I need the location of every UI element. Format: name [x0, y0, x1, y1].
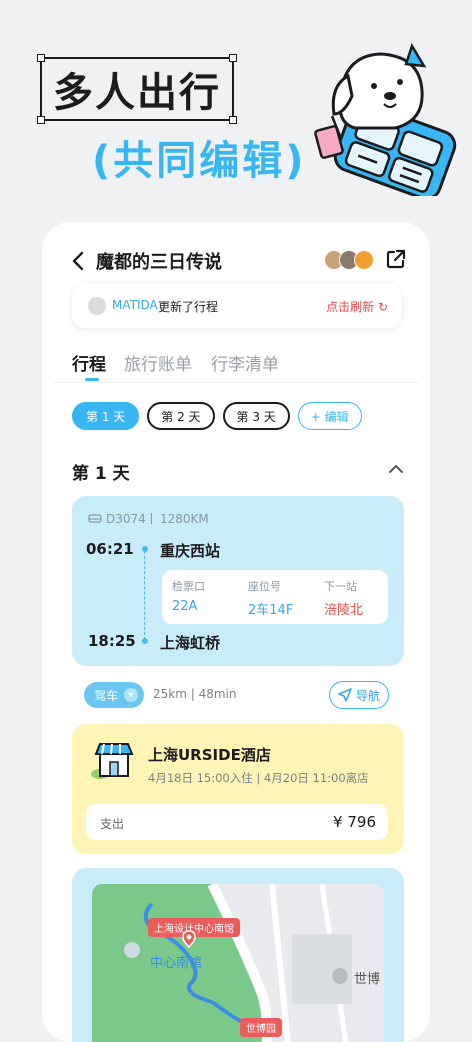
train-card[interactable]: D3074 1280KM 06:21 重庆西站 检票口 22A 座位号 2车14… [72, 496, 404, 666]
map-canvas [92, 884, 352, 1042]
day-heading: 第 1 天 [72, 464, 130, 484]
route-summary: 25km | 48min [153, 687, 237, 701]
navigate-label: 导航 [355, 688, 380, 703]
back-arrow-icon[interactable] [68, 250, 90, 272]
map-label-hall: 中心南馆 [150, 956, 203, 971]
divider [52, 382, 420, 383]
next-stop-value: 涪陵北 [324, 603, 364, 618]
arrival-station: 上海虹桥 [160, 634, 221, 652]
next-stop-info: 下一站 涪陵北 [324, 578, 363, 618]
seat-info: 座位号 2车14F [248, 578, 293, 618]
expense-label: 支出 [100, 817, 125, 831]
day-1-button[interactable]: 第 1 天 [72, 402, 140, 430]
gate-info: 检票口 22A [172, 578, 205, 614]
departure-time: 06:21 [86, 540, 134, 558]
update-notice: MATIDA 更新了行程 点击刷新 ↻ [72, 284, 402, 328]
transport-mode-label: 驾车 [94, 688, 119, 703]
seat-value: 2车14F [248, 603, 294, 618]
promo-title: 多人出行 [37, 54, 237, 124]
corner-handle [37, 116, 45, 124]
train-distance: 1280KM [160, 512, 209, 526]
route-line [144, 546, 146, 640]
route-dot [142, 638, 148, 644]
hotel-icon [91, 743, 134, 779]
top-bar: 魔都的三日传说 [42, 244, 430, 280]
seat-label: 座位号 [248, 580, 281, 593]
map-view[interactable]: 上海设计中心南馆 中心南馆 世博 世博园 [92, 884, 384, 1042]
gate-value: 22A [172, 599, 198, 614]
next-stop-label: 下一站 [324, 580, 357, 593]
corner-handle [37, 54, 45, 62]
promo-title-text: 多人出行 [53, 70, 221, 116]
edit-days-button[interactable]: + 编辑 [297, 402, 362, 430]
map-pin-icon[interactable] [182, 930, 196, 948]
corner-handle [229, 54, 237, 62]
navigation-arrow-icon [338, 688, 352, 702]
map-label-expo: 世博 [354, 972, 381, 987]
collaborator-avatars[interactable] [324, 250, 374, 270]
chevron-down-icon [124, 688, 139, 702]
ticket-info-box: 检票口 22A 座位号 2车14F 下一站 涪陵北 [162, 570, 388, 624]
tab-itinerary[interactable]: 行程 [72, 350, 106, 375]
day-2-button[interactable]: 第 2 天 [147, 402, 215, 430]
day-3-button[interactable]: 第 3 天 [222, 402, 290, 430]
train-code: D3074 [106, 512, 146, 526]
notice-user: MATIDA [112, 298, 158, 312]
departure-station: 重庆西站 [160, 542, 221, 560]
avatar [88, 297, 106, 315]
hotel-card[interactable]: 上海URSIDE酒店 4月18日 15:00入住 | 4月20日 11:00离店… [72, 724, 404, 854]
tab-luggage-list[interactable]: 行李清单 [211, 350, 279, 375]
mascot-illustration [314, 43, 457, 196]
gate-label: 检票口 [172, 580, 205, 593]
separator [151, 513, 152, 524]
tab-bar: 行程 旅行账单 行李清单 [72, 350, 422, 380]
refresh-button[interactable]: 点击刷新 ↻ [326, 298, 388, 315]
navigate-button[interactable]: 导航 [329, 681, 389, 709]
tab-travel-bill[interactable]: 旅行账单 [124, 350, 192, 375]
day-selector: 第 1 天 第 2 天 第 3 天 + 编辑 [72, 402, 362, 432]
arrival-time: 18:25 [88, 632, 136, 650]
map-card: 上海设计中心南馆 中心南馆 世博 世博园 [72, 868, 404, 1042]
hotel-name: 上海URSIDE酒店 [148, 746, 271, 764]
expense-amount: ¥ 796 [333, 813, 376, 831]
app-screen: 魔都的三日传说 MATIDA 更新了行程 点击刷新 ↻ 行程 旅行账单 行李清单… [42, 222, 430, 1042]
tab-indicator [85, 378, 99, 381]
share-icon[interactable] [385, 248, 407, 270]
map-label-expo-park[interactable]: 世博园 [240, 1018, 282, 1037]
promo-subtitle: (共同编辑) [92, 138, 307, 184]
hotel-expense[interactable]: 支出 ¥ 796 [86, 804, 388, 840]
chevron-up-icon[interactable] [388, 462, 404, 476]
route-dot [142, 546, 148, 552]
corner-handle [229, 116, 237, 124]
notice-text: 更新了行程 [158, 300, 219, 314]
avatar [354, 250, 374, 270]
page-title: 魔都的三日传说 [96, 252, 222, 273]
train-icon [88, 514, 102, 523]
hotel-dates: 4月18日 15:00入住 | 4月20日 11:00离店 [148, 771, 369, 785]
transport-mode-dropdown[interactable]: 驾车 [84, 682, 144, 708]
